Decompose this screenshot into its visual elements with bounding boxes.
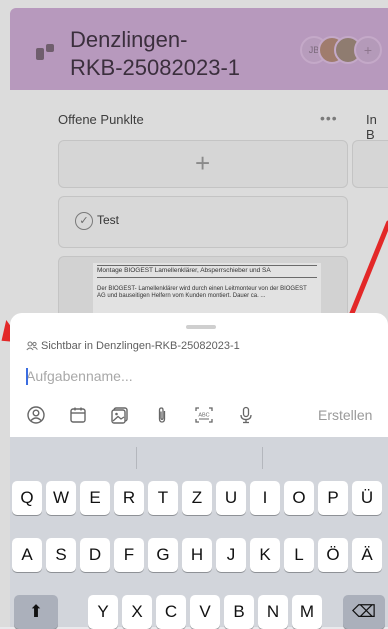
new-task-sheet: Sichtbar in Denzlingen-RKB-25082023-1 AB… (10, 313, 388, 437)
keyboard: QWERTZUIOPÜ ASDFGHJKLÖÄ YXCVBNM ⬆ ⌫ (10, 437, 388, 629)
key-l[interactable]: L (284, 538, 314, 572)
key-ü[interactable]: Ü (352, 481, 382, 515)
backspace-key[interactable]: ⌫ (343, 595, 385, 629)
calendar-icon[interactable] (68, 405, 88, 425)
task-card-label: Test (97, 213, 120, 227)
shift-key[interactable]: ⬆ (14, 595, 58, 629)
paperclip-icon[interactable] (152, 405, 172, 425)
project-logo-icon (36, 44, 58, 60)
microphone-icon[interactable] (236, 405, 256, 425)
key-t[interactable]: T (148, 481, 178, 515)
key-h[interactable]: H (182, 538, 212, 572)
key-r[interactable]: R (114, 481, 144, 515)
add-member-button[interactable]: + (354, 36, 382, 64)
image-icon[interactable] (110, 405, 130, 425)
key-k[interactable]: K (250, 538, 280, 572)
key-j[interactable]: J (216, 538, 246, 572)
key-y[interactable]: Y (88, 595, 118, 629)
key-e[interactable]: E (80, 481, 110, 515)
next-column-add-button[interactable] (352, 140, 388, 188)
key-w[interactable]: W (46, 481, 76, 515)
key-i[interactable]: I (250, 481, 280, 515)
key-g[interactable]: G (148, 538, 178, 572)
visibility-info: Sichtbar in Denzlingen-RKB-25082023-1 (26, 340, 240, 352)
key-n[interactable]: N (258, 595, 288, 629)
checkbox-icon[interactable]: ✓ (75, 212, 93, 230)
text-caret (26, 368, 28, 385)
task-name-input[interactable] (26, 365, 366, 387)
task-card-with-attachment[interactable]: Montage BIOGEST Lamellenklärer, Absperrs… (58, 256, 348, 318)
member-avatars[interactable]: JB + (300, 36, 382, 64)
key-c[interactable]: C (156, 595, 186, 629)
task-card[interactable]: ✓ Test (58, 196, 348, 248)
add-card-button[interactable]: + (58, 140, 348, 188)
sheet-grabber[interactable] (186, 325, 216, 329)
key-p[interactable]: P (318, 481, 348, 515)
visibility-text: Sichtbar in Denzlingen-RKB-25082023-1 (41, 340, 240, 352)
predictive-bar (10, 437, 388, 477)
column-title: Offene Punklte (58, 112, 144, 127)
key-z[interactable]: Z (182, 481, 212, 515)
key-s[interactable]: S (46, 538, 76, 572)
key-v[interactable]: V (190, 595, 220, 629)
create-button[interactable]: Erstellen (318, 407, 372, 423)
person-icon[interactable] (26, 405, 46, 425)
column-menu-icon[interactable]: ••• (320, 110, 338, 126)
key-ä[interactable]: Ä (352, 538, 382, 572)
key-x[interactable]: X (122, 595, 152, 629)
next-column-title: In B (366, 112, 377, 142)
key-o[interactable]: O (284, 481, 314, 515)
key-q[interactable]: Q (12, 481, 42, 515)
document-preview: Montage BIOGEST Lamellenklärer, Absperrs… (93, 263, 321, 317)
key-m[interactable]: M (292, 595, 322, 629)
svg-text:ABC: ABC (198, 413, 209, 419)
project-title: Denzlingen- RKB-25082023-1 (70, 27, 241, 80)
key-d[interactable]: D (80, 538, 110, 572)
text-scan-icon[interactable]: ABC (194, 405, 214, 425)
people-icon (26, 341, 38, 351)
key-ö[interactable]: Ö (318, 538, 348, 572)
key-b[interactable]: B (224, 595, 254, 629)
project-header: Denzlingen- RKB-25082023-1 JB + (10, 8, 388, 90)
plus-icon: + (195, 148, 211, 178)
key-u[interactable]: U (216, 481, 246, 515)
document-heading: Montage BIOGEST Lamellenklärer, Absperrs… (97, 267, 271, 274)
key-f[interactable]: F (114, 538, 144, 572)
key-a[interactable]: A (12, 538, 42, 572)
document-paragraph: Der BIOGEST- Lamellenklärer wird durch e… (97, 286, 307, 299)
